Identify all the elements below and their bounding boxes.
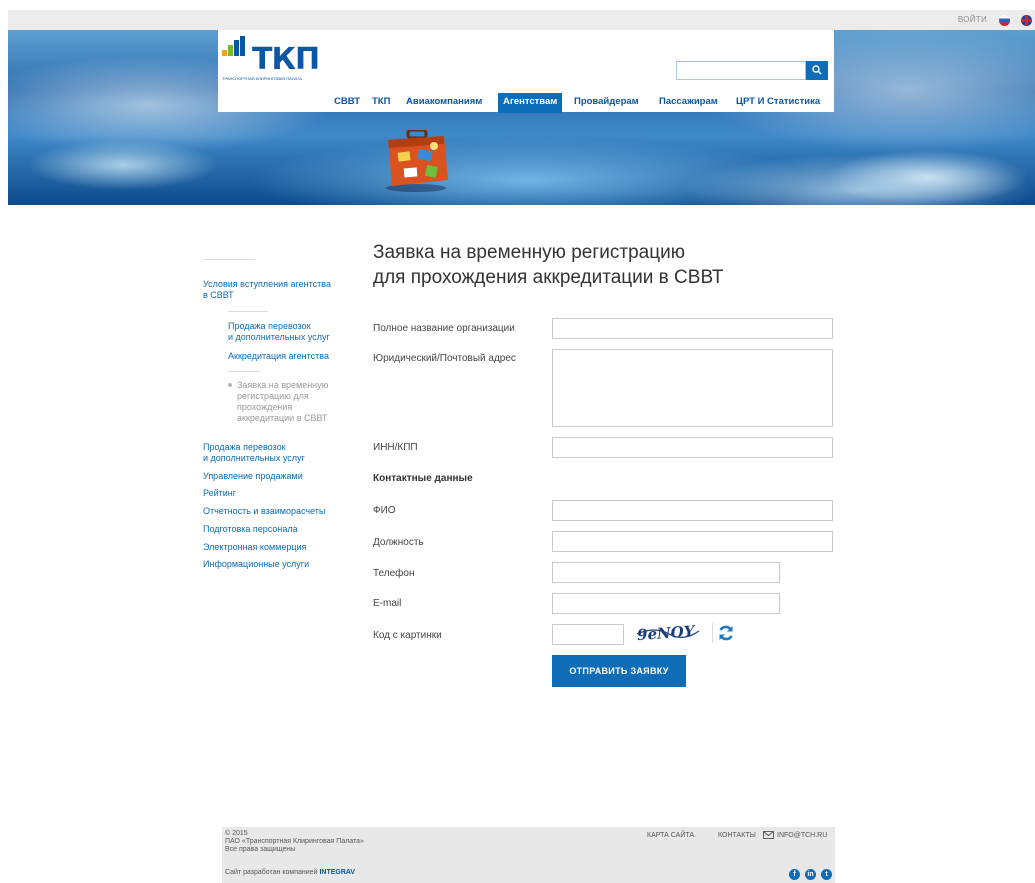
footer-contacts-link[interactable]: Контакты bbox=[718, 832, 756, 839]
page-title-line: Заявка на временную регистрацию bbox=[373, 242, 685, 263]
nav-airlines[interactable]: Авиакомпаниям bbox=[406, 93, 482, 113]
banner-cloud bbox=[828, 150, 1028, 205]
footer: © 2015 ПАО «Транспортная Клиринговая Пал… bbox=[222, 827, 835, 883]
fio-field[interactable] bbox=[552, 500, 833, 521]
sidebar-item-training[interactable]: Подготовка персонала bbox=[203, 524, 298, 535]
login-link[interactable]: войти bbox=[958, 15, 987, 24]
banner-cloud bbox=[28, 140, 218, 190]
copyright-rights: Все права защищены bbox=[225, 846, 296, 853]
sidebar-item-reporting[interactable]: Отчетность и взаиморасчеты bbox=[203, 506, 325, 517]
page-title: Заявка на временную регистрацию для прох… bbox=[373, 240, 723, 290]
suitcase-illustration bbox=[386, 130, 448, 192]
search-icon bbox=[812, 65, 822, 75]
english-flag-icon[interactable] bbox=[1021, 15, 1032, 26]
copyright-company: ПАО «Транспортная Клиринговая Палата» bbox=[225, 838, 364, 845]
developer-credit: Сайт разработан компанией INTEGRAV bbox=[225, 869, 355, 876]
refresh-icon bbox=[719, 625, 733, 641]
divider bbox=[228, 311, 268, 312]
search-input[interactable] bbox=[676, 61, 806, 80]
twitter-icon[interactable]: t bbox=[821, 869, 832, 880]
sidebar-item-label: в СВВТ bbox=[203, 290, 234, 300]
captcha-label: Код с картинки bbox=[373, 630, 442, 641]
nav-svvt[interactable]: СВВТ bbox=[334, 93, 360, 113]
nav-tkp[interactable]: ТКП bbox=[372, 93, 390, 113]
address-label: Юридический/Почтовый адрес bbox=[373, 353, 516, 364]
email-label: E-mail bbox=[373, 598, 402, 609]
sidebar-item-label: Продажа перевозок bbox=[203, 442, 286, 452]
sidebar-subitem-accreditation[interactable]: Аккредитация агентства bbox=[228, 351, 329, 362]
captcha-field[interactable] bbox=[552, 624, 624, 645]
contacts-heading: Контактные данные bbox=[373, 473, 473, 484]
captcha-image: 9eNOY bbox=[636, 622, 700, 644]
sidebar-item-membership-conditions[interactable]: Условия вступления агентства в СВВТ bbox=[203, 279, 331, 301]
bullet-icon bbox=[228, 383, 232, 387]
sidebar-item-label: аккредитации в СВВТ bbox=[237, 413, 328, 423]
search-button[interactable] bbox=[806, 61, 828, 80]
divider bbox=[203, 259, 255, 260]
linkedin-icon[interactable]: in bbox=[805, 869, 816, 880]
sidebar-current-page: Заявка на временную регистрацию для прох… bbox=[237, 380, 357, 424]
top-bar: войти bbox=[8, 10, 1035, 30]
org-name-label: Полное название организации bbox=[373, 323, 515, 334]
nav-providers[interactable]: Провайдерам bbox=[574, 93, 639, 113]
tkp-logo[interactable]: ТКП Транспортная Клиринговая Палата bbox=[222, 36, 332, 88]
logo-subtitle: Транспортная Клиринговая Палата bbox=[222, 76, 302, 81]
sidebar-item-label: Условия вступления агентства bbox=[203, 279, 331, 289]
sidebar-item-label: прохождения bbox=[237, 402, 293, 412]
divider bbox=[228, 371, 260, 372]
inn-label: ИНН/КПП bbox=[373, 442, 418, 453]
sidebar-item-label: и дополнительных услуг bbox=[228, 332, 330, 342]
sidebar-item-label: Заявка на временную bbox=[237, 380, 329, 390]
sidebar-item-label: регистрацию для bbox=[237, 391, 309, 401]
developer-link[interactable]: INTEGRAV bbox=[319, 869, 355, 876]
nav-agencies[interactable]: Агентствам bbox=[498, 93, 563, 113]
sidebar-item-rating[interactable]: Рейтинг bbox=[203, 488, 236, 499]
logo-text: ТКП bbox=[252, 42, 320, 77]
mail-icon bbox=[763, 831, 774, 839]
submit-button[interactable]: ОТПРАВИТЬ ЗАЯВКУ bbox=[552, 655, 686, 687]
developer-prefix: Сайт разработан компанией bbox=[225, 869, 318, 876]
nav-passengers[interactable]: Пассажирам bbox=[659, 93, 718, 113]
copyright-year: © 2015 bbox=[225, 830, 248, 837]
footer-email-link[interactable]: info@tch.ru bbox=[777, 832, 827, 839]
phone-label: Телефон bbox=[373, 568, 415, 579]
sidebar-item-sales[interactable]: Продажа перевозок и дополнительных услуг bbox=[203, 442, 305, 464]
inn-field[interactable] bbox=[552, 437, 833, 458]
position-field[interactable] bbox=[552, 531, 833, 552]
nav-crt-statistics[interactable]: ЦРТ И Статистика bbox=[736, 93, 820, 113]
sidebar-subitem-sales[interactable]: Продажа перевозок и дополнительных услуг bbox=[228, 321, 330, 343]
address-field[interactable] bbox=[552, 349, 833, 427]
refresh-captcha-button[interactable] bbox=[712, 623, 735, 643]
russian-flag-icon[interactable] bbox=[999, 15, 1010, 26]
sidebar-item-ecommerce[interactable]: Электронная коммерция bbox=[203, 542, 306, 553]
search-box bbox=[676, 61, 828, 80]
fio-label: ФИО bbox=[373, 505, 396, 516]
copyright: © 2015 ПАО «Транспортная Клиринговая Пал… bbox=[225, 830, 364, 854]
org-name-field[interactable] bbox=[552, 318, 833, 339]
email-field[interactable] bbox=[552, 593, 780, 614]
sidebar-item-sales-management[interactable]: Управление продажами bbox=[203, 471, 303, 482]
facebook-icon[interactable]: f bbox=[789, 869, 800, 880]
phone-field[interactable] bbox=[552, 562, 780, 583]
page-title-line: для прохождения аккредитации в СВВТ bbox=[373, 267, 724, 288]
sidebar-item-label: Продажа перевозок bbox=[228, 321, 311, 331]
position-label: Должность bbox=[373, 537, 424, 548]
sidebar-item-label: и дополнительных услуг bbox=[203, 453, 305, 463]
footer-sitemap-link[interactable]: Карта сайта bbox=[647, 832, 694, 839]
sidebar-item-information-services[interactable]: Информационные услуги bbox=[203, 559, 309, 570]
